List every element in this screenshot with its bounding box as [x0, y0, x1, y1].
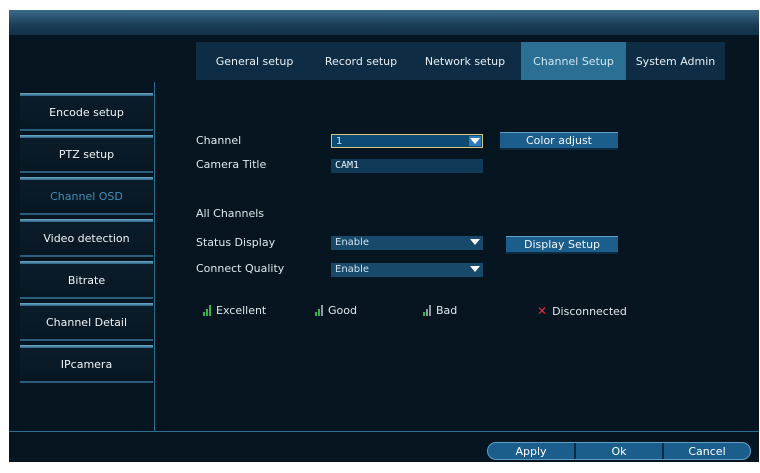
signal-excellent-icon	[203, 305, 211, 316]
channel-value: 1	[336, 136, 343, 147]
chevron-down-icon	[470, 266, 480, 272]
cancel-button[interactable]: Cancel	[664, 443, 750, 459]
tab-channel-setup[interactable]: Channel Setup	[521, 42, 626, 80]
legend-disconnected: ✕ Disconnected	[537, 304, 627, 318]
status-display-label: Status Display	[196, 236, 276, 249]
chevron-down-icon	[470, 138, 480, 144]
disconnected-icon: ✕	[537, 304, 548, 318]
legend-good: Good	[315, 304, 357, 317]
connect-quality-value: Enable	[335, 264, 370, 275]
tab-general-setup[interactable]: General setup	[196, 42, 313, 80]
sidebar-item-encode-setup[interactable]: Encode setup	[20, 93, 153, 131]
legend-good-label: Good	[328, 304, 357, 317]
status-display-select[interactable]: Enable	[331, 236, 483, 250]
camera-title-input[interactable]: CAM1	[331, 159, 483, 173]
footer-divider	[9, 431, 759, 432]
connect-quality-label: Connect Quality	[196, 262, 285, 275]
display-setup-button[interactable]: Display Setup	[506, 236, 618, 254]
channel-label: Channel	[196, 134, 242, 147]
tab-network-setup[interactable]: Network setup	[409, 42, 521, 80]
legend-excellent: Excellent	[203, 304, 266, 317]
footer-button-group: Apply Ok Cancel	[487, 442, 751, 460]
sidebar-item-ptz-setup[interactable]: PTZ setup	[20, 135, 153, 173]
sidebar-item-video-detection[interactable]: Video detection	[20, 219, 153, 257]
legend-disconnected-label: Disconnected	[552, 304, 627, 318]
top-tab-bar: General setup Record setup Network setup…	[196, 42, 725, 80]
app-window: General setup Record setup Network setup…	[9, 10, 759, 462]
sidebar-item-channel-detail[interactable]: Channel Detail	[20, 303, 153, 341]
tab-record-setup[interactable]: Record setup	[313, 42, 409, 80]
status-display-value: Enable	[335, 237, 370, 248]
tab-system-admin[interactable]: System Admin	[626, 42, 725, 80]
legend-excellent-label: Excellent	[216, 304, 267, 317]
apply-button[interactable]: Apply	[488, 443, 576, 459]
color-adjust-button[interactable]: Color adjust	[500, 132, 618, 150]
camera-title-label: Camera Title	[196, 158, 267, 171]
all-channels-label: All Channels	[196, 207, 265, 220]
channel-select[interactable]: 1	[331, 134, 483, 148]
title-bar	[9, 10, 759, 35]
connect-quality-select[interactable]: Enable	[331, 263, 483, 277]
chevron-down-icon	[470, 239, 480, 245]
signal-good-icon	[315, 305, 323, 316]
legend-bad-label: Bad	[436, 304, 458, 317]
ok-button[interactable]: Ok	[576, 443, 664, 459]
dropdown-button[interactable]	[469, 136, 481, 146]
legend-bad: Bad	[423, 304, 457, 317]
signal-bad-icon	[423, 305, 431, 316]
sidebar-item-ipcamera[interactable]: IPcamera	[20, 345, 153, 383]
sidebar-divider	[154, 82, 155, 432]
sidebar-item-channel-osd[interactable]: Channel OSD	[20, 177, 153, 215]
sidebar-item-bitrate[interactable]: Bitrate	[20, 261, 153, 299]
